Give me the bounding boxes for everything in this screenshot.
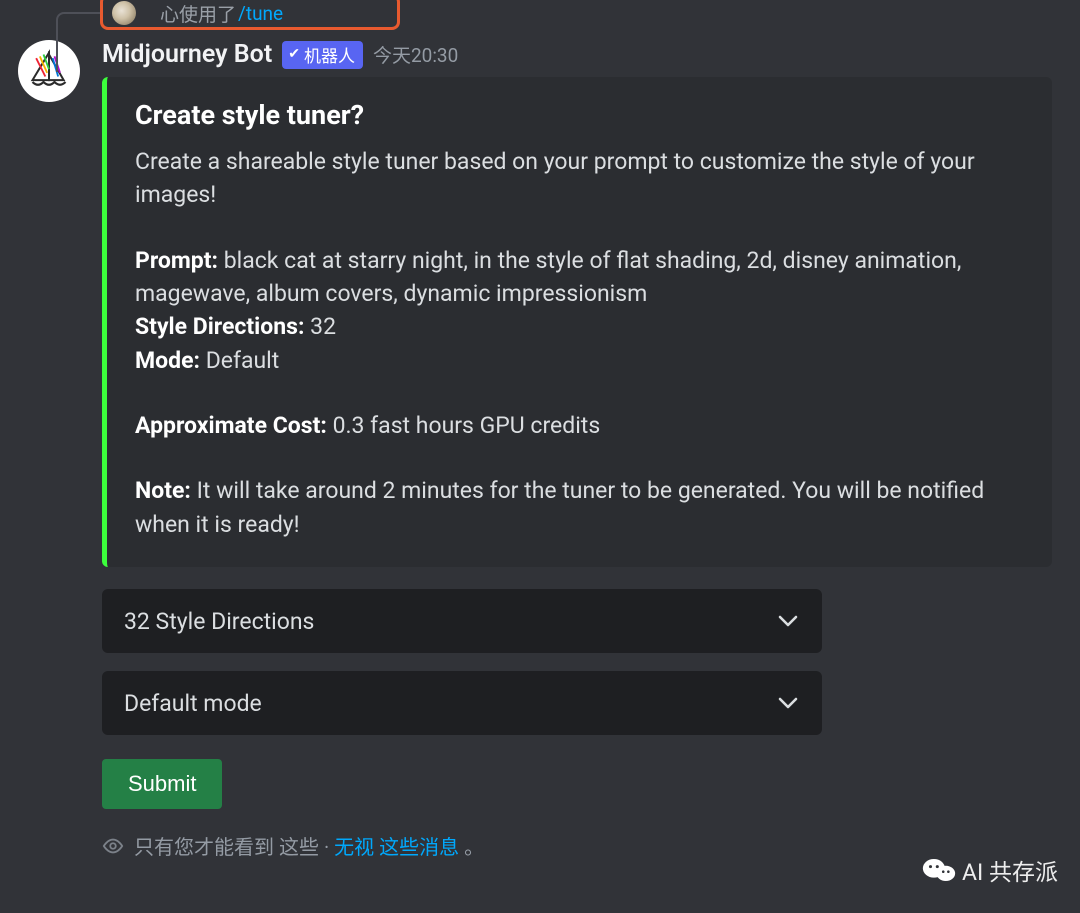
message-row: Midjourney Bot ✔ 机器人 今天20:30 Create styl… bbox=[18, 40, 1080, 860]
embed-note-line: Note: It will take around 2 minutes for … bbox=[135, 474, 1024, 541]
watermark: AI 共存派 bbox=[922, 853, 1058, 887]
watermark-text: AI 共存派 bbox=[962, 853, 1058, 887]
eye-icon bbox=[102, 835, 124, 857]
ephemeral-sep: · bbox=[324, 835, 329, 859]
note-value: It will take around 2 minutes for the tu… bbox=[135, 477, 984, 537]
embed-title: Create style tuner? bbox=[135, 99, 1024, 131]
embed-card: Create style tuner? Create a shareable s… bbox=[102, 77, 1052, 567]
cost-value: 0.3 fast hours GPU credits bbox=[333, 412, 601, 439]
verified-check-icon: ✔ bbox=[288, 46, 300, 62]
select-style-directions[interactable]: 32 Style Directions bbox=[102, 589, 822, 653]
embed-mode-line: Mode: Default bbox=[135, 344, 1024, 377]
style-dir-value: 32 bbox=[310, 313, 336, 340]
select-style-label: 32 Style Directions bbox=[124, 608, 314, 635]
ephemeral-dismiss-link[interactable]: 无视 这些消息 bbox=[334, 835, 459, 859]
prompt-value: black cat at starry night, in the style … bbox=[135, 247, 961, 307]
mode-value: Default bbox=[206, 347, 280, 374]
message-timestamp: 今天20:30 bbox=[373, 41, 458, 68]
ephemeral-period: 。 bbox=[464, 835, 484, 859]
select-mode[interactable]: Default mode bbox=[102, 671, 822, 735]
note-label: Note: bbox=[135, 477, 191, 504]
embed-intro: Create a shareable style tuner based on … bbox=[135, 145, 1024, 212]
chevron-down-icon bbox=[776, 691, 800, 715]
chevron-down-icon bbox=[776, 609, 800, 633]
ephemeral-only-you: 只有您才能看到 这些 bbox=[134, 835, 319, 859]
cost-label: Approximate Cost: bbox=[135, 412, 327, 439]
reply-used-label: 心使用了 bbox=[160, 0, 236, 27]
mode-label: Mode: bbox=[135, 347, 200, 374]
embed-prompt-line: Prompt: black cat at starry night, in th… bbox=[135, 244, 1024, 311]
reply-text: 心使用了 /tune bbox=[160, 0, 283, 27]
ephemeral-notice: 只有您才能看到 这些 · 无视 这些消息 。 bbox=[102, 831, 1052, 860]
bot-tag-label: 机器人 bbox=[304, 42, 355, 67]
submit-button[interactable]: Submit bbox=[102, 759, 222, 809]
embed-style-line: Style Directions: 32 bbox=[135, 310, 1024, 343]
message-header: Midjourney Bot ✔ 机器人 今天20:30 bbox=[102, 40, 1052, 69]
reply-reference[interactable]: 心使用了 /tune bbox=[98, 0, 1080, 28]
embed-cost-line: Approximate Cost: 0.3 fast hours GPU cre… bbox=[135, 409, 1024, 442]
bot-name[interactable]: Midjourney Bot bbox=[102, 40, 272, 69]
reply-command[interactable]: /tune bbox=[238, 2, 283, 25]
embed-description: Create a shareable style tuner based on … bbox=[135, 145, 1024, 541]
bot-tag: ✔ 机器人 bbox=[282, 41, 363, 69]
wechat-icon bbox=[922, 856, 956, 884]
select-mode-label: Default mode bbox=[124, 690, 262, 717]
prompt-label: Prompt: bbox=[135, 247, 218, 274]
reply-user-avatar[interactable] bbox=[112, 1, 136, 25]
style-dir-label: Style Directions: bbox=[135, 313, 304, 340]
reply-spine bbox=[56, 12, 100, 72]
